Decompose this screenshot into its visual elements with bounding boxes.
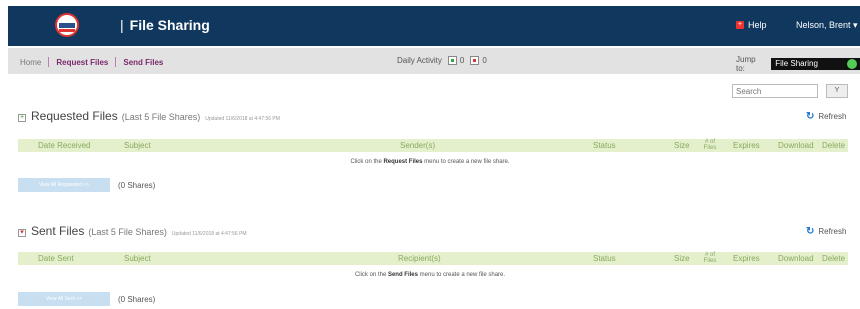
column-header-size[interactable]: Size (674, 141, 690, 150)
column-header-date[interactable]: Date Sent (38, 254, 74, 263)
search-box: Y (732, 84, 848, 98)
expand-icon[interactable]: + (18, 114, 26, 122)
column-header-subject[interactable]: Subject (124, 141, 151, 150)
refresh-icon: ↻ (806, 111, 815, 122)
go-icon[interactable] (847, 59, 857, 69)
column-header-files[interactable]: # of Files (701, 139, 719, 151)
app-header: | File Sharing + Help Nelson, Brent ▾ (8, 6, 860, 46)
refresh-label: Refresh (818, 227, 847, 236)
nav-request-files-link[interactable]: Request Files (56, 58, 108, 67)
empty-message: Click on the Request Files menu to creat… (350, 159, 510, 165)
download-activity-icon (470, 56, 480, 65)
daily-activity-label: Daily Activity (397, 56, 442, 65)
menu-name: Request Files (383, 159, 423, 165)
jump-to: Jump to: File Sharing (736, 55, 860, 73)
jump-to-select[interactable]: File Sharing (771, 58, 860, 70)
organization-logo[interactable] (55, 13, 79, 37)
column-header-expires[interactable]: Expires (733, 141, 760, 150)
chevron-down-icon: ▾ (853, 20, 858, 30)
user-name: Nelson, Brent (796, 20, 851, 30)
column-header-size[interactable]: Size (674, 254, 690, 263)
divider (115, 57, 117, 67)
daily-activity: Daily Activity 0 0 (397, 56, 487, 65)
user-menu[interactable]: Nelson, Brent ▾ (796, 20, 858, 31)
column-header-download: Download (778, 141, 814, 150)
view-all-requested-button[interactable]: View All Requested >> (18, 178, 110, 192)
updated-timestamp: Updated 11/6/2018 at 4:47:56 PM (171, 231, 247, 237)
help-icon: + (736, 21, 744, 29)
column-header-party[interactable]: Recipient(s) (398, 254, 441, 263)
refresh-icon: ↻ (806, 226, 815, 237)
updated-timestamp: Updated 11/6/2018 at 4:47:56 PM (205, 116, 280, 122)
shares-count: (0 Shares) (118, 181, 156, 190)
breadcrumb: Home Request Files Send Files (20, 57, 163, 67)
refresh-button[interactable]: ↻ Refresh (806, 226, 846, 237)
refresh-button[interactable]: ↻ Refresh (806, 111, 846, 122)
column-header-delete: Delete (822, 254, 846, 263)
menu-name: Send Files (387, 272, 418, 278)
requested-files-header: + Requested Files (Last 5 File Shares) U… (18, 109, 280, 123)
search-button[interactable]: Y (826, 84, 848, 98)
column-header-files[interactable]: # of Files (701, 252, 719, 264)
section-title: Sent Files (31, 224, 85, 238)
nav-send-files-link[interactable]: Send Files (123, 58, 163, 67)
column-header-date[interactable]: Date Received (38, 141, 90, 150)
shares-count: (0 Shares) (118, 295, 156, 304)
column-header-delete: Delete (822, 141, 846, 150)
section-title: Requested Files (31, 109, 118, 123)
column-header-status[interactable]: Status (593, 141, 616, 150)
app-title: | File Sharing (120, 17, 210, 33)
upload-activity-count: 0 (459, 56, 465, 65)
collapse-icon[interactable]: ▾ (18, 229, 26, 237)
column-header-status[interactable]: Status (593, 254, 616, 263)
sub-navigation-bar: Home Request Files Send Files Daily Acti… (8, 48, 860, 74)
section-subtitle: (Last 5 File Shares) (121, 112, 201, 122)
view-all-sent-button[interactable]: View All Sent >> (18, 292, 110, 306)
sent-files-header: ▾ Sent Files (Last 5 File Shares) Update… (18, 224, 247, 238)
nav-home-link[interactable]: Home (20, 58, 41, 67)
requested-table-header: Date Received Subject Sender(s) Status S… (18, 139, 848, 152)
search-input[interactable] (732, 84, 818, 98)
column-header-download: Download (778, 254, 814, 263)
upload-activity-icon (447, 56, 457, 65)
section-subtitle: (Last 5 File Shares) (88, 227, 167, 237)
empty-message: Click on the Send Files menu to create a… (354, 272, 506, 278)
column-header-expires[interactable]: Expires (733, 254, 760, 263)
divider (48, 57, 50, 67)
refresh-label: Refresh (818, 112, 847, 121)
help-label: Help (748, 20, 767, 30)
help-link[interactable]: + Help (736, 20, 767, 30)
jump-to-label: Jump to: (736, 55, 756, 73)
jump-to-selected: File Sharing (775, 59, 818, 68)
sent-table-header: Date Sent Subject Recipient(s) Status Si… (18, 252, 848, 265)
column-header-party[interactable]: Sender(s) (400, 141, 435, 150)
column-header-subject[interactable]: Subject (124, 254, 151, 263)
download-activity-count: 0 (482, 56, 487, 65)
